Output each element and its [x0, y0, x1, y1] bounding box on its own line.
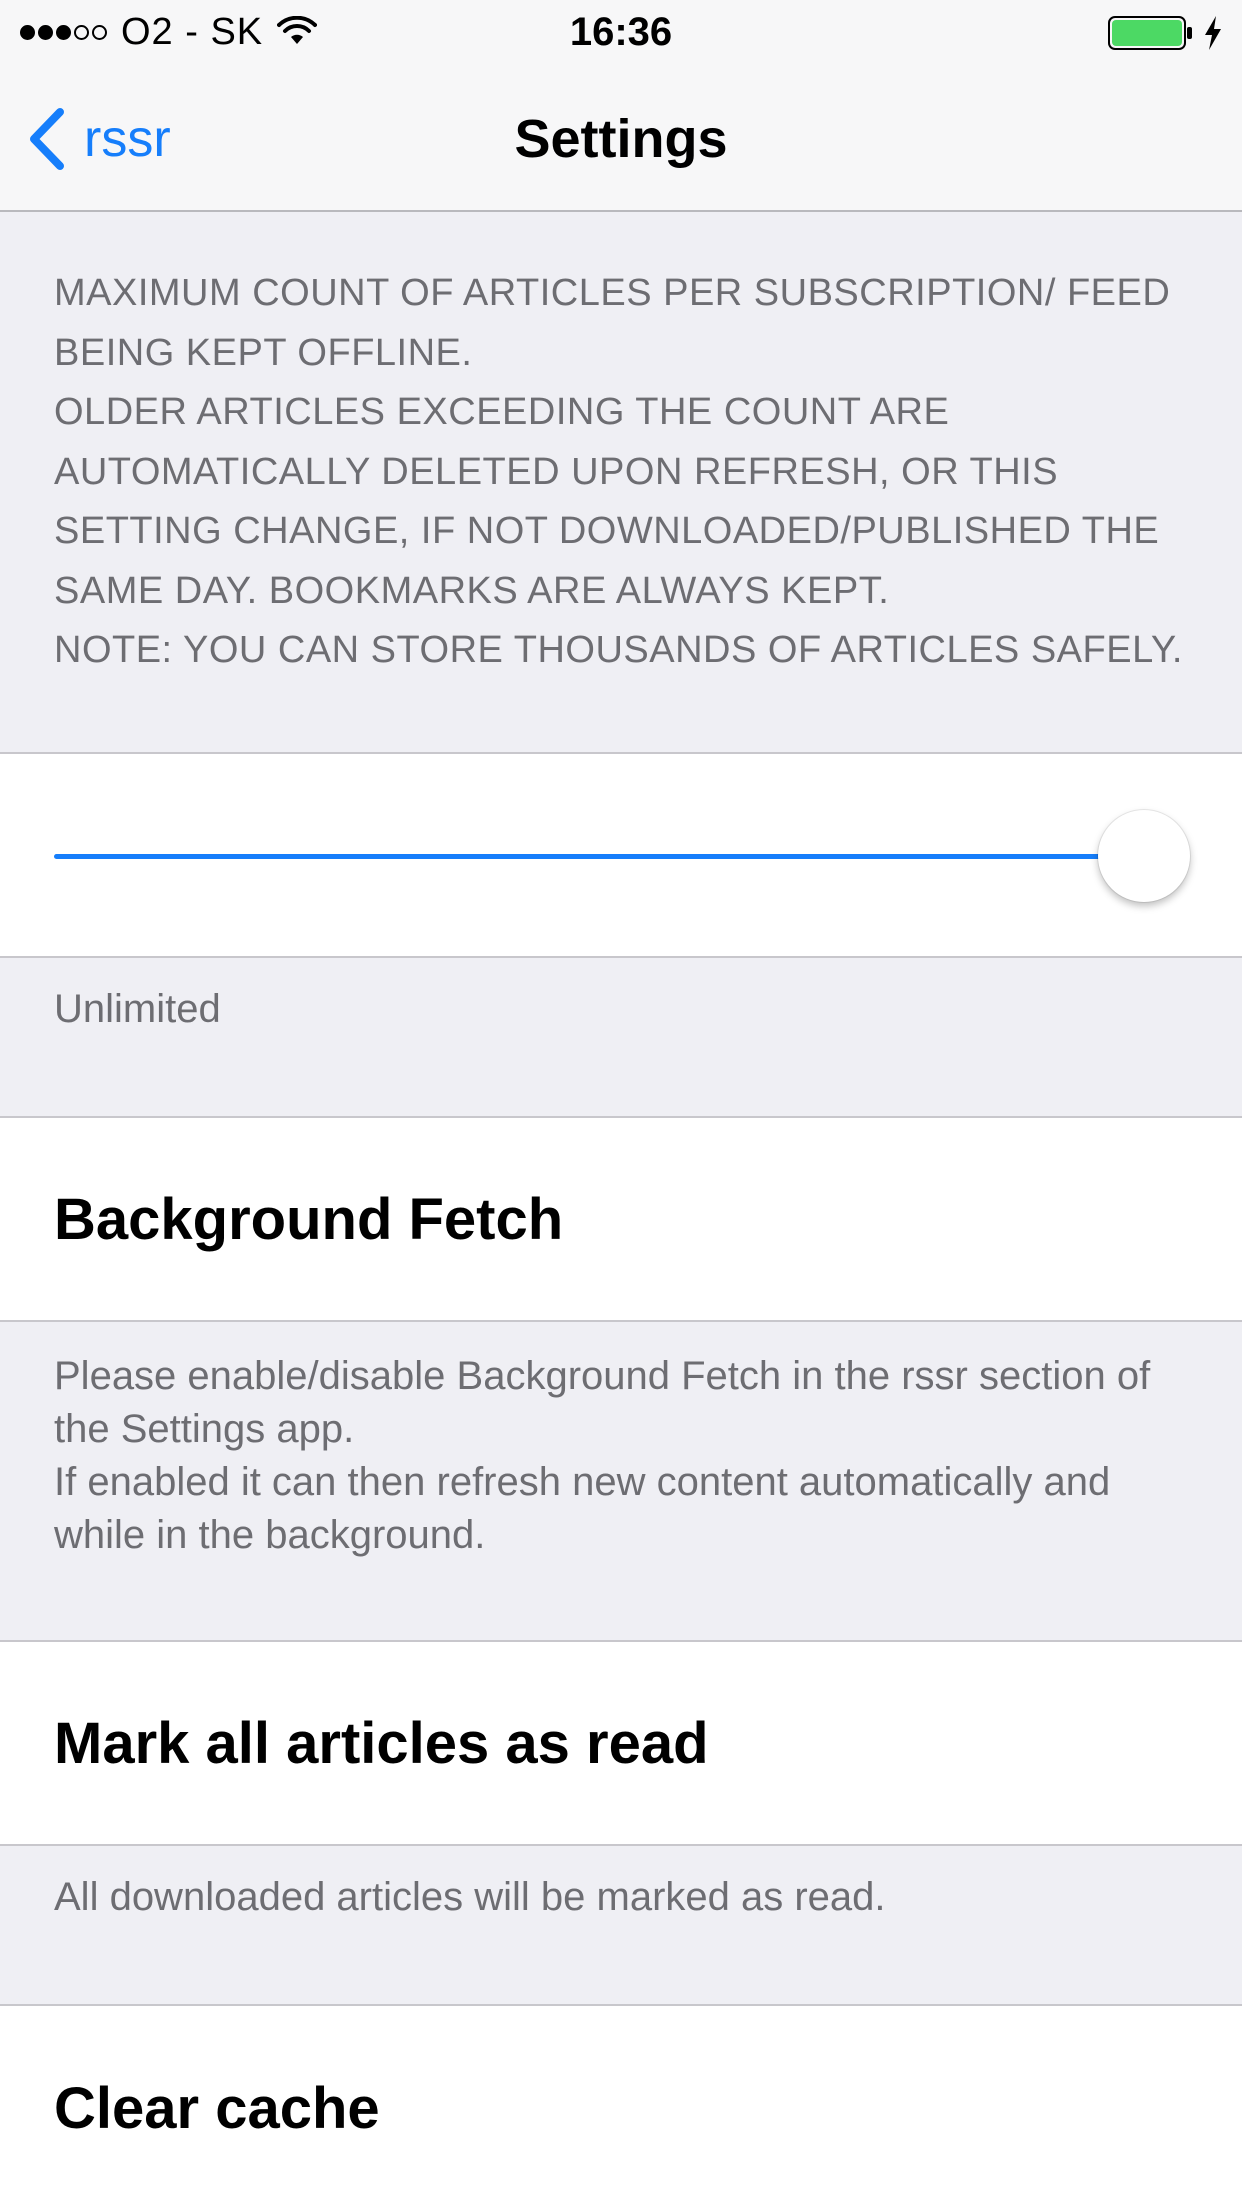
battery-icon [1108, 16, 1192, 50]
article-count-slider-track[interactable] [54, 854, 1144, 859]
clear-cache-title: Clear cache [54, 2075, 380, 2141]
page-title: Settings [514, 109, 728, 169]
mark-all-read-footer: All downloaded articles will be marked a… [0, 1846, 1242, 2006]
background-fetch-footer: Please enable/disable Background Fetch i… [0, 1322, 1242, 1642]
offline-count-header-text: Maximum count of articles per subscripti… [54, 272, 1183, 671]
status-time: 16:36 [569, 10, 673, 54]
clear-cache-cell[interactable]: Clear cache [0, 2004, 1242, 2210]
slider-value-label: Unlimited [54, 987, 221, 1031]
background-fetch-title: Background Fetch [54, 1186, 564, 1252]
article-count-slider-thumb[interactable] [1098, 810, 1190, 902]
background-fetch-footer-line1: Please enable/disable Background Fetch i… [54, 1354, 1151, 1451]
status-bar: O2 - SK 16:36 [0, 0, 1242, 64]
article-count-slider-cell [0, 752, 1242, 958]
background-fetch-footer-line2: If enabled it can then refresh new conte… [54, 1460, 1111, 1557]
mark-all-read-title: Mark all articles as read [54, 1710, 709, 1776]
mark-all-read-cell[interactable]: Mark all articles as read [0, 1640, 1242, 1846]
status-right [1108, 14, 1224, 52]
navigation-bar: rssr Settings [0, 64, 1242, 212]
offline-count-header: Maximum count of articles per subscripti… [0, 212, 1242, 754]
charging-bolt-icon [1205, 16, 1221, 50]
background-fetch-cell[interactable]: Background Fetch [0, 1116, 1242, 1322]
mark-all-read-footer-text: All downloaded articles will be marked a… [54, 1875, 886, 1919]
offline-count-footer: Unlimited [0, 958, 1242, 1118]
